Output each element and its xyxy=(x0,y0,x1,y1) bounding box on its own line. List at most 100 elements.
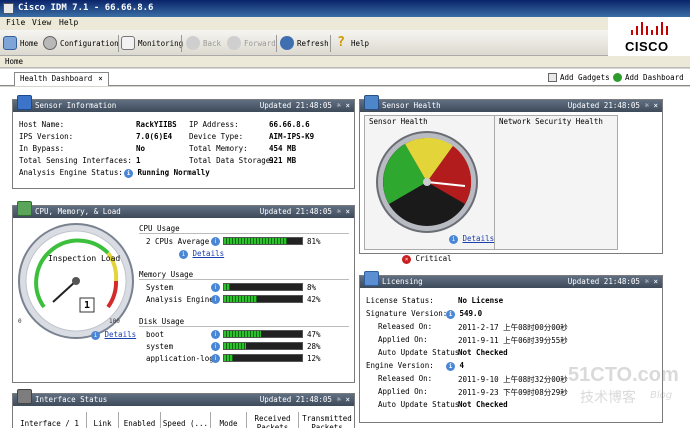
monitoring-label: Monitoring xyxy=(138,38,184,48)
sensor-health-details[interactable]: i Details xyxy=(449,234,494,244)
add-gadgets-button[interactable]: Add Gadgets xyxy=(548,73,610,82)
info-icon: i xyxy=(91,330,100,340)
divider xyxy=(139,279,349,280)
menu-view[interactable]: View xyxy=(32,18,51,27)
memory-system-pct: 8% xyxy=(307,283,317,292)
license-value: i 4 xyxy=(446,361,464,371)
info-icon[interactable]: i xyxy=(211,295,220,304)
memory-engine-bar xyxy=(223,295,303,303)
info-label: Total Data Storage: xyxy=(189,156,275,165)
panel-header[interactable]: Sensor Health Updated 21:48:05 ☼ × xyxy=(360,100,662,112)
back-button[interactable]: Back xyxy=(186,35,221,51)
home-icon xyxy=(3,36,17,50)
health-icon xyxy=(364,95,379,110)
help-button[interactable]: ? Help xyxy=(334,35,369,51)
tab-label: Health Dashboard xyxy=(20,74,93,83)
info-icon: i xyxy=(124,168,133,178)
disk-pct: 47% xyxy=(307,330,321,339)
panel-updated: Updated 21:48:05 ☼ × xyxy=(567,277,658,286)
refresh-icon: ☼ xyxy=(336,101,341,110)
error-icon: × xyxy=(402,254,411,264)
menu-file[interactable]: File xyxy=(6,18,25,27)
toolbar-separator xyxy=(118,35,119,52)
close-icon[interactable]: × xyxy=(98,74,103,83)
chip-icon xyxy=(17,201,32,216)
monitoring-button[interactable]: Monitoring xyxy=(121,35,183,51)
clipboard-icon xyxy=(121,36,135,50)
column-header[interactable]: Speed (... xyxy=(161,412,211,428)
add-dashboard-button[interactable]: Add Dashboard xyxy=(613,73,684,82)
column-header[interactable]: Mode xyxy=(211,412,247,428)
license-value: 2011-2-17 上午08时00分00秒 xyxy=(458,323,568,332)
info-value: No xyxy=(136,144,146,153)
divider xyxy=(139,326,349,327)
tab-health-dashboard[interactable]: Health Dashboard × xyxy=(14,72,109,86)
plus-icon xyxy=(613,73,622,82)
info-label: Device Type: xyxy=(189,132,244,141)
gauge-details-link[interactable]: i Details xyxy=(91,330,136,340)
info-icon[interactable]: i xyxy=(211,354,220,363)
info-label: Total Sensing Interfaces: xyxy=(19,156,132,165)
cisco-wordmark: CISCO xyxy=(625,39,669,54)
info-value: 921 MB xyxy=(269,156,297,165)
toolbar-separator xyxy=(276,35,277,52)
watermark-main: 51CTO.com xyxy=(568,364,679,386)
info-value: 66.66.8.6 xyxy=(269,120,310,129)
info-label: IPS Version: xyxy=(19,132,74,141)
info-value: 7.0(6)E4 xyxy=(136,132,173,141)
panel-header[interactable]: Interface Status Updated 21:48:05 ☼ × xyxy=(13,394,354,406)
disk-bar xyxy=(223,342,303,350)
column-header[interactable]: Enabled xyxy=(119,412,161,428)
disk-label: application-log xyxy=(146,354,214,363)
info-icon[interactable]: i xyxy=(211,342,220,351)
info-label: Host Name: xyxy=(19,120,65,129)
info-label: IP Address: xyxy=(189,120,239,129)
license-value: No License xyxy=(458,296,504,305)
panel-header[interactable]: Sensor Information Updated 21:48:05 ☼ × xyxy=(13,100,354,112)
add-dashboard-label: Add Dashboard xyxy=(625,73,684,82)
breadcrumb-home[interactable]: Home xyxy=(5,57,23,66)
menu-help[interactable]: Help xyxy=(59,18,78,27)
info-icon[interactable]: i xyxy=(211,283,220,292)
network-health-subpanel: Network Security Health xyxy=(494,115,618,250)
cpu-details-link[interactable]: i Details xyxy=(179,249,224,259)
disk-bar xyxy=(223,354,303,362)
gear-icon xyxy=(43,36,57,50)
info-label: In Bypass: xyxy=(19,144,65,153)
refresh-button[interactable]: Refresh xyxy=(280,35,329,51)
divider xyxy=(139,233,349,234)
panel-updated: Updated 21:48:05 ☼ × xyxy=(567,101,658,110)
tab-row: Health Dashboard × Add Gadgets Add Dashbo… xyxy=(0,69,690,86)
toolbar-separator xyxy=(330,35,331,52)
column-header[interactable]: Received Packets xyxy=(247,412,299,428)
home-button[interactable]: Home xyxy=(3,35,38,51)
forward-arrow-icon xyxy=(227,36,241,50)
window-title-bar: Cisco IDM 7.1 - 66.66.8.6 xyxy=(0,0,690,17)
license-label: Auto Update Status: xyxy=(378,400,464,409)
home-label: Home xyxy=(20,38,39,48)
configuration-label: Configuration xyxy=(60,38,119,48)
info-icon: i xyxy=(179,249,188,259)
back-label: Back xyxy=(203,38,222,48)
close-icon: × xyxy=(653,277,658,286)
info-icon[interactable]: i xyxy=(211,237,220,246)
panel-title: Sensor Health xyxy=(382,101,441,110)
sensor-health-subpanel: Sensor Health i Details xyxy=(364,115,506,250)
configuration-button[interactable]: Configuration xyxy=(43,35,119,51)
forward-button[interactable]: Forward xyxy=(227,35,276,51)
column-header[interactable]: Link xyxy=(87,412,119,428)
panel-header[interactable]: Licensing Updated 21:48:05 ☼ × xyxy=(360,276,662,288)
info-icon[interactable]: i xyxy=(211,330,220,339)
refresh-icon xyxy=(280,36,294,50)
panel-title: CPU, Memory, & Load xyxy=(35,207,121,216)
info-icon: i xyxy=(446,361,455,371)
close-icon: × xyxy=(345,101,350,110)
license-value: 2011-9-23 下午09时08分29秒 xyxy=(458,388,568,397)
column-header[interactable]: Transmitted Packets xyxy=(299,412,355,428)
watermark-blog: Blog xyxy=(650,390,673,401)
forward-label: Forward xyxy=(244,38,276,48)
column-header[interactable]: Interface / 1 xyxy=(13,412,87,428)
license-value: i 549.0 xyxy=(446,309,482,319)
panel-updated: Updated 21:48:05 ☼ × xyxy=(259,101,350,110)
panel-header[interactable]: CPU, Memory, & Load Updated 21:48:05 ☼ × xyxy=(13,206,354,218)
